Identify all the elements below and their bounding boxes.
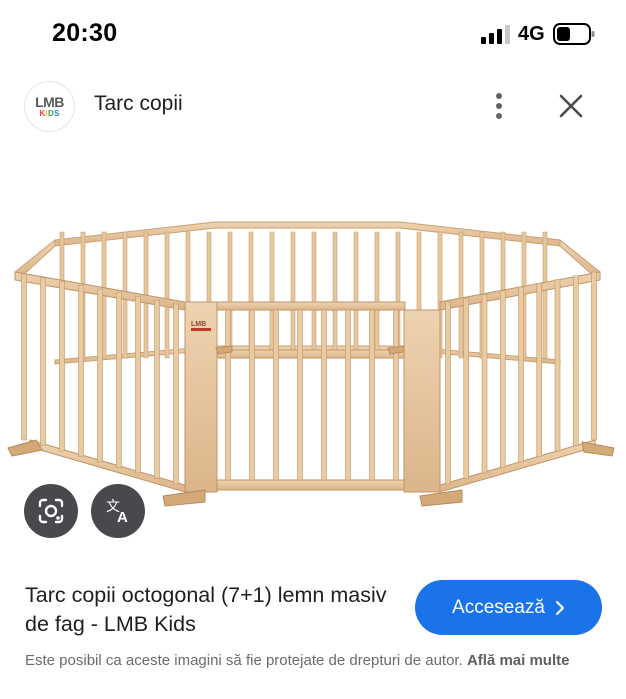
playpen-slat [116,292,122,468]
playpen-slat [273,309,279,481]
playpen-slat [499,290,506,468]
playpen-slat [311,231,317,359]
playpen-slat [542,231,548,359]
copyright-notice: Este posibil ca aceste imagini să fie pr… [25,649,605,672]
playpen-slat [374,231,380,359]
playpen-slat [97,288,103,463]
logo-subtext: KIDS [39,108,60,118]
product-image[interactable]: LMB 文 A [0,150,626,560]
playpen-slat [297,309,303,481]
close-icon [559,94,583,118]
signal-icon [481,25,510,44]
playpen-slat [249,309,255,481]
translate-button[interactable]: 文 A [91,484,145,538]
playpen-slat [59,281,65,452]
result-header: LMB KIDS Tarc copii [0,70,626,142]
translate-icon: 文 A [106,498,128,526]
google-lens-button[interactable] [24,484,78,538]
chevron-right-icon [555,600,565,615]
playpen-slat [591,271,597,441]
site-logo: LMB KIDS [24,81,75,132]
playpen-slat [21,273,27,441]
playpen-slat [154,299,160,479]
status-bar: 20:30 4G [0,0,626,68]
close-button[interactable] [552,88,590,124]
page-title: Tarc copii [94,92,183,115]
playpen-slat [572,275,579,446]
svg-text:A: A [117,509,128,526]
playpen-slat [321,309,327,481]
playpen-slat [225,309,231,481]
svg-text:LMB: LMB [191,321,206,328]
visit-button-label: Accesează [452,596,545,618]
result-title: Tarc copii octogonal (7+1) lemn masiv de… [25,583,387,636]
more-vert-icon [496,93,502,119]
logo-text: LMB [35,93,64,110]
learn-more-link[interactable]: Află mai multe [467,652,570,669]
network-type: 4G [518,23,545,45]
playpen-slat [518,286,524,463]
playpen-slat [345,309,351,481]
copyright-text: Este posibil ca aceste imagini să fie pr… [25,652,463,669]
playpen-slat [173,303,179,485]
playpen-slat [135,296,141,474]
status-time: 20:30 [52,19,118,47]
playpen-slat [481,294,488,474]
playpen-slat [393,309,399,481]
more-options-button[interactable] [482,88,516,124]
playpen-slat [332,231,338,359]
playpen-slat [458,231,464,359]
playpen-slat [40,277,46,446]
playpen-slat [369,309,375,481]
playpen-slat [463,297,470,479]
playpen-slat [445,301,451,485]
visit-button[interactable]: Accesează [415,580,602,635]
playpen-slat [353,231,359,359]
battery-icon [553,23,595,45]
playpen-slat [536,282,543,457]
playpen-slat [164,231,170,359]
playpen-slat [290,231,296,359]
playpen-slat [554,279,561,452]
playpen-slat [78,284,84,457]
google-lens-icon [38,498,64,524]
